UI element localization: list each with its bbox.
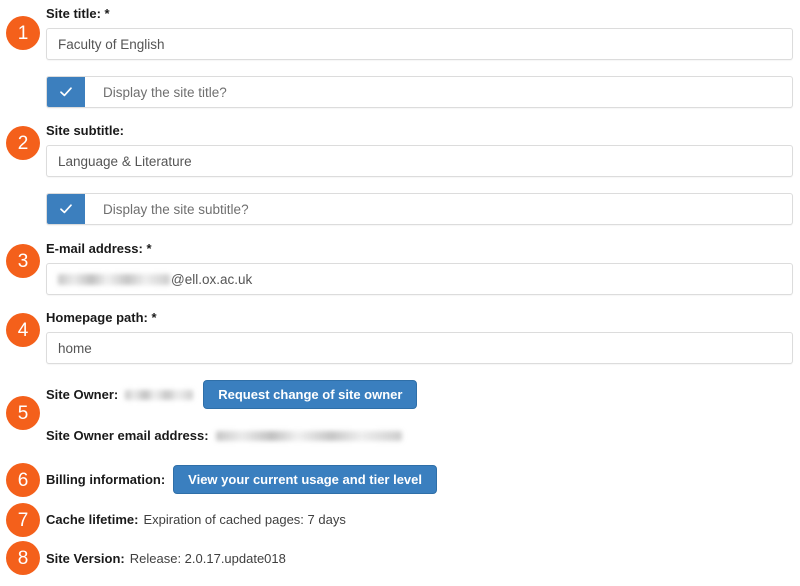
display-site-title-label: Display the site title? bbox=[103, 84, 227, 100]
site-title-input[interactable] bbox=[46, 28, 793, 60]
display-site-title-checkbox[interactable] bbox=[47, 77, 85, 107]
cache-lifetime-label: Cache lifetime: bbox=[46, 512, 139, 527]
site-version-row: Site Version: Release: 2.0.17.update018 bbox=[46, 551, 286, 566]
cache-lifetime-value: Expiration of cached pages: 7 days bbox=[143, 512, 346, 527]
callout-badge-2: 2 bbox=[6, 126, 40, 160]
callout-badge-5: 5 bbox=[6, 396, 40, 430]
cache-lifetime-row: Cache lifetime: Expiration of cached pag… bbox=[46, 512, 346, 527]
email-address-required-marker: * bbox=[146, 241, 152, 256]
homepage-path-label-text: Homepage path: bbox=[46, 310, 148, 325]
site-owner-email-label: Site Owner email address: bbox=[46, 428, 209, 443]
display-site-subtitle-checkbox[interactable] bbox=[47, 194, 85, 224]
homepage-path-required-marker: * bbox=[151, 310, 157, 325]
display-site-title-row[interactable]: Display the site title? bbox=[46, 76, 793, 108]
site-title-label-text: Site title: bbox=[46, 6, 101, 21]
callout-badge-4: 4 bbox=[6, 313, 40, 347]
email-address-input[interactable]: @ell.ox.ac.uk bbox=[46, 263, 793, 295]
callout-badge-8: 8 bbox=[6, 541, 40, 575]
display-site-subtitle-row[interactable]: Display the site subtitle? bbox=[46, 193, 793, 225]
site-version-value: Release: 2.0.17.update018 bbox=[129, 551, 286, 566]
site-owner-label: Site Owner: bbox=[46, 387, 119, 402]
billing-information-row: Billing information: View your current u… bbox=[46, 465, 438, 494]
site-subtitle-label-text: Site subtitle: bbox=[46, 123, 125, 138]
site-subtitle-label: Site subtitle: bbox=[46, 124, 124, 137]
check-icon bbox=[59, 85, 73, 99]
billing-information-label: Billing information: bbox=[46, 472, 166, 487]
callout-badge-6: 6 bbox=[6, 463, 40, 497]
callout-badge-7: 7 bbox=[6, 503, 40, 537]
email-address-label-text: E-mail address: bbox=[46, 241, 143, 256]
request-change-of-site-owner-button[interactable]: Request change of site owner bbox=[203, 380, 418, 409]
email-address-group: E-mail address: * bbox=[46, 242, 152, 255]
site-title-required-marker: * bbox=[104, 6, 110, 21]
callout-badge-1: 1 bbox=[6, 16, 40, 50]
email-address-label: E-mail address: * bbox=[46, 242, 152, 255]
view-usage-and-tier-level-button[interactable]: View your current usage and tier level bbox=[173, 465, 438, 494]
site-version-label: Site Version: bbox=[46, 551, 125, 566]
site-subtitle-input[interactable] bbox=[46, 145, 793, 177]
site-owner-redacted-name bbox=[125, 389, 194, 400]
homepage-path-label: Homepage path: * bbox=[46, 311, 157, 324]
homepage-path-input[interactable] bbox=[46, 332, 793, 364]
site-title-label: Site title: * bbox=[46, 7, 110, 20]
callout-badge-3: 3 bbox=[6, 244, 40, 278]
site-title-group: Site title: * bbox=[46, 7, 110, 20]
site-owner-email-row: Site Owner email address: bbox=[46, 428, 402, 443]
email-address-redacted-local-part bbox=[58, 273, 170, 285]
email-address-domain: @ell.ox.ac.uk bbox=[171, 271, 253, 287]
site-owner-email-redacted-value bbox=[215, 430, 402, 441]
site-owner-row: Site Owner: Request change of site owner bbox=[46, 380, 418, 409]
check-icon bbox=[59, 202, 73, 216]
homepage-path-group: Homepage path: * bbox=[46, 311, 157, 324]
site-subtitle-group: Site subtitle: bbox=[46, 124, 124, 137]
display-site-subtitle-label: Display the site subtitle? bbox=[103, 201, 249, 217]
